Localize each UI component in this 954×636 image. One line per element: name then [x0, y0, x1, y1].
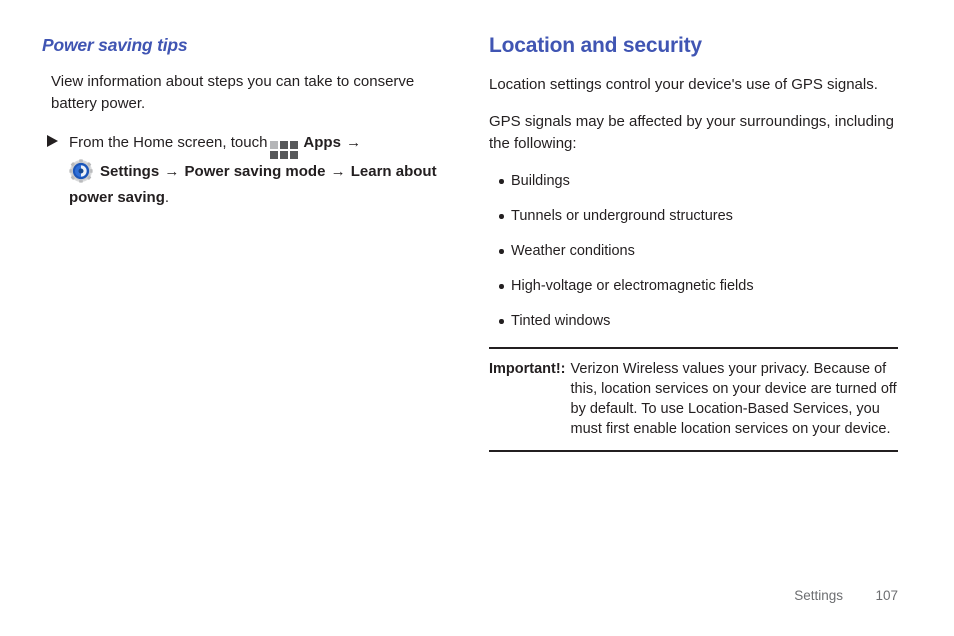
settings-label: Settings — [100, 163, 160, 181]
list-item: Weather conditions — [489, 241, 899, 261]
settings-gear-icon — [69, 159, 93, 183]
step-period: . — [164, 189, 170, 207]
arrow-3-icon: → — [330, 163, 346, 181]
step-lead-text: From the Home screen, touch — [69, 134, 268, 152]
list-item: High-voltage or electromagnetic fields — [489, 276, 899, 296]
page-title-power-saving-tips: Power saving tips — [42, 35, 188, 55]
important-callout-text: Verizon Wireless values your privacy. Be… — [570, 361, 897, 438]
manual-page: Power saving tips View information about… — [0, 0, 954, 636]
list-item: Tinted windows — [489, 311, 899, 331]
page-title-location-and-security: Location and security — [489, 34, 702, 57]
triangle-bullet-icon — [47, 135, 58, 148]
footer-page-number: 107 — [875, 588, 898, 603]
step-text: From the Home screen, touch Apps → Setti… — [47, 130, 457, 211]
important-label: Important!: — [489, 361, 566, 378]
apps-label: Apps — [303, 134, 341, 152]
arrow-2-icon: → — [164, 163, 180, 181]
list-item: Buildings — [489, 171, 899, 191]
power-saving-mode-label: Power saving mode — [184, 163, 326, 181]
right-column: Location and security Location settings … — [489, 0, 899, 453]
important-callout: Important!: Verizon Wireless values your… — [489, 347, 898, 453]
arrow-1-icon: → — [346, 134, 362, 152]
gps-interference-list: Buildings Tunnels or underground structu… — [489, 171, 899, 331]
list-item: Tunnels or underground structures — [489, 206, 899, 226]
left-column: Power saving tips View information about… — [42, 0, 462, 211]
footer-section-label: Settings — [794, 588, 843, 603]
gps-signals-paragraph: GPS signals may be affected by your surr… — [489, 113, 894, 153]
step-item-power-saving: From the Home screen, touch Apps → Setti… — [47, 130, 457, 211]
page-footer: Settings 107 — [794, 588, 898, 603]
apps-grid-icon — [270, 141, 299, 160]
location-settings-paragraph: Location settings control your device's … — [489, 76, 878, 94]
power-saving-intro-text: View information about steps you can tak… — [51, 73, 415, 113]
